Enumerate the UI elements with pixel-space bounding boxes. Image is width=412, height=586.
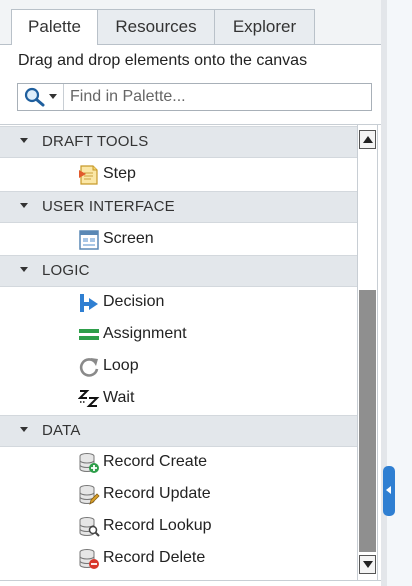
item-label: Step	[103, 165, 136, 182]
item-label: Screen	[103, 230, 154, 247]
record-delete-icon	[79, 549, 99, 569]
step-icon	[79, 165, 98, 185]
assignment-icon	[79, 329, 99, 340]
palette-search	[17, 83, 372, 111]
palette-hint: Drag and drop elements onto the canvas	[18, 52, 308, 69]
wait-icon	[78, 390, 100, 407]
caret-down-icon	[20, 267, 28, 272]
palette-item-record-delete[interactable]: Record Delete	[0, 543, 357, 575]
panel-bottom-border	[0, 580, 381, 581]
chevron-down-icon	[49, 94, 57, 99]
decision-icon	[80, 294, 98, 312]
tab-palette[interactable]: Palette	[11, 9, 98, 45]
section-title: DATA	[42, 422, 81, 439]
arrow-up-icon	[363, 136, 373, 143]
record-update-icon	[79, 485, 100, 505]
search-icon	[24, 87, 45, 107]
item-label: Loop	[103, 357, 139, 374]
palette-item-assignment[interactable]: Assignment	[0, 319, 357, 351]
item-label: Record Delete	[103, 549, 206, 566]
palette-item-screen[interactable]: Screen	[0, 224, 357, 256]
palette-item-wait[interactable]: Wait	[0, 383, 357, 415]
palette-item-step[interactable]: Step	[0, 159, 357, 191]
scroll-up-button[interactable]	[359, 130, 376, 149]
item-label: Wait	[103, 389, 135, 406]
section-header-user-interface[interactable]: USER INTERFACE	[0, 191, 357, 223]
scroll-down-button[interactable]	[359, 555, 376, 574]
section-header-logic[interactable]: LOGIC	[0, 255, 357, 287]
palette-item-record-lookup[interactable]: Record Lookup	[0, 511, 357, 543]
item-label: Record Create	[103, 453, 208, 470]
item-label: Record Update	[103, 485, 211, 502]
caret-down-icon	[20, 427, 28, 432]
search-input[interactable]	[70, 87, 365, 107]
section-title: USER INTERFACE	[42, 198, 175, 215]
caret-down-icon	[20, 138, 28, 143]
item-label: Assignment	[103, 325, 187, 342]
record-lookup-icon	[79, 517, 100, 537]
palette-item-record-update[interactable]: Record Update	[0, 479, 357, 511]
collapse-panel-handle[interactable]	[383, 466, 395, 516]
record-create-icon	[79, 453, 99, 473]
palette-scrollbar[interactable]	[357, 125, 378, 581]
search-options-button[interactable]	[18, 84, 64, 110]
palette-list: DRAFT TOOLS Step USER INTERFACE Screen L…	[0, 125, 357, 580]
palette-item-decision[interactable]: Decision	[0, 287, 357, 319]
tab-resources[interactable]: Resources	[97, 9, 215, 45]
tab-bar: Palette Resources Explorer	[0, 0, 381, 45]
palette-panel: Palette Resources Explorer Drag and drop…	[0, 0, 381, 586]
palette-item-loop[interactable]: Loop	[0, 351, 357, 383]
palette-item-record-create[interactable]: Record Create	[0, 447, 357, 479]
loop-icon	[79, 358, 99, 377]
section-header-data[interactable]: DATA	[0, 415, 357, 447]
arrow-down-icon	[363, 561, 373, 568]
item-label: Decision	[103, 293, 165, 310]
section-header-draft-tools[interactable]: DRAFT TOOLS	[0, 126, 357, 158]
section-title: DRAFT TOOLS	[42, 133, 149, 150]
scroll-thumb[interactable]	[359, 290, 376, 552]
section-title: LOGIC	[42, 262, 90, 279]
screen-icon	[79, 230, 99, 250]
tab-explorer[interactable]: Explorer	[214, 9, 315, 45]
item-label: Record Lookup	[103, 517, 212, 534]
caret-down-icon	[20, 203, 28, 208]
